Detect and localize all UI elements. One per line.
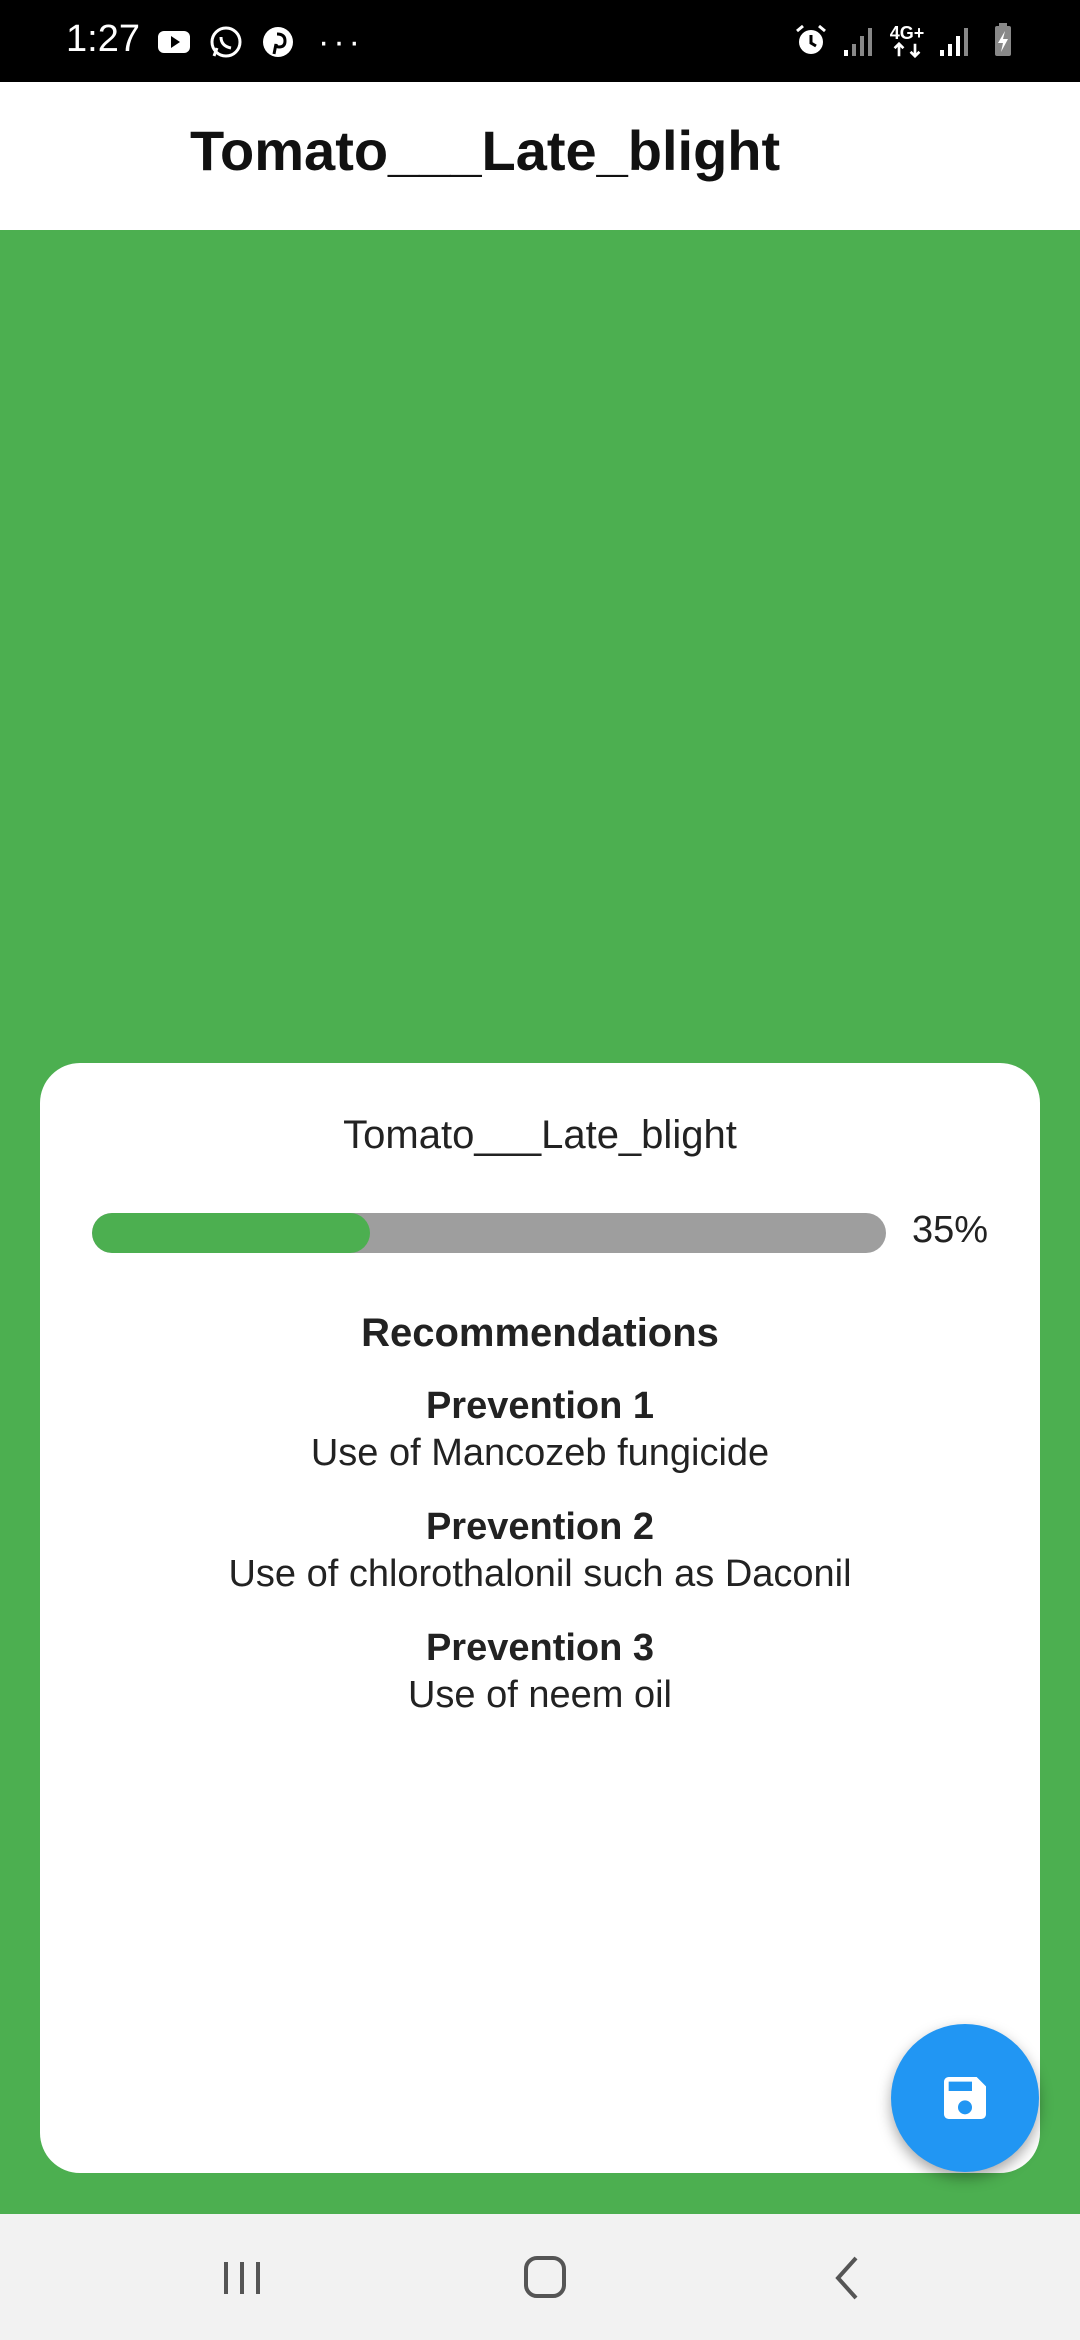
pinterest-icon [260, 24, 296, 60]
status-system-icons: 4G+ [792, 22, 1022, 60]
whatsapp-icon [208, 24, 244, 60]
system-nav-bar [0, 2214, 1080, 2340]
signal-icon [936, 22, 974, 60]
confidence-progress-fill [92, 1213, 370, 1253]
home-icon[interactable] [515, 2252, 575, 2304]
page-title: Tomato___Late_blight [190, 119, 781, 182]
data-icon: 4G+ [888, 22, 926, 60]
app-bar: Tomato___Late_blight [0, 82, 1080, 230]
list-item: Prevention 2 Use of chlorothalonil such … [40, 1504, 1040, 1625]
overflow-dots: ··· [318, 23, 364, 61]
prevention-description: Use of Mancozeb fungicide [310, 1432, 770, 1474]
signal-icon [840, 22, 878, 60]
recent-apps-icon[interactable] [212, 2252, 272, 2304]
confidence-label: 35% [912, 1209, 989, 1251]
status-notification-icons: ··· [156, 24, 364, 60]
recommendations-heading: Recommendations [361, 1311, 719, 1355]
result-card: Tomato___Late_blight 35% Recommendations… [40, 1063, 1040, 2173]
network-type-label: 4G+ [889, 23, 925, 43]
list-item: Prevention 3 Use of neem oil [40, 1625, 1040, 1746]
prevention-description: Use of chlorothalonil such as Daconil [228, 1553, 852, 1595]
recommendations-list: Prevention 1 Use of Mancozeb fungicide P… [40, 1383, 1040, 1746]
status-bar: 1:27 ··· 4G+ [0, 0, 1080, 82]
back-icon[interactable] [818, 2252, 878, 2304]
youtube-icon [156, 24, 192, 60]
prevention-title: Prevention 3 [425, 1627, 655, 1669]
prevention-description: Use of neem oil [407, 1674, 672, 1716]
battery-icon [984, 22, 1022, 60]
disease-name: Tomato___Late_blight [343, 1113, 737, 1157]
confidence-progress-bar [92, 1213, 886, 1253]
list-item: Prevention 1 Use of Mancozeb fungicide [40, 1383, 1040, 1504]
prevention-title: Prevention 1 [425, 1385, 655, 1427]
save-button[interactable] [891, 2024, 1039, 2172]
prevention-title: Prevention 2 [425, 1506, 655, 1548]
status-time: 1:27 [66, 18, 140, 60]
save-icon [937, 2070, 993, 2126]
alarm-icon [792, 22, 830, 60]
